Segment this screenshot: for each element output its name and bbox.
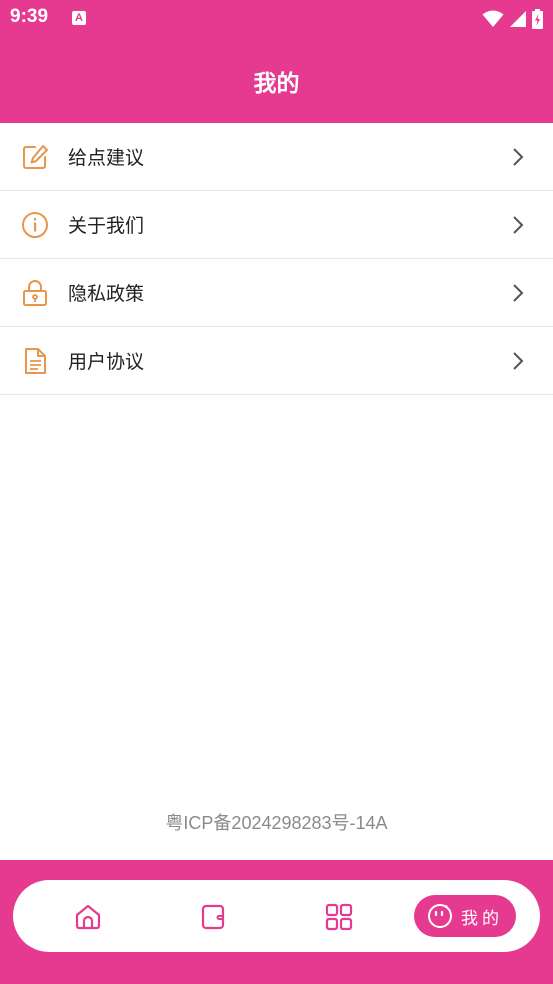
info-icon: [22, 212, 48, 238]
page-title: 我的: [253, 70, 300, 97]
battery-charging-icon: [532, 9, 543, 29]
document-icon: [25, 348, 46, 374]
page-header: 我的: [0, 38, 553, 123]
grid-icon[interactable]: [324, 902, 354, 932]
chevron-right-icon: [513, 148, 524, 166]
status-icons: [482, 8, 543, 30]
menu-item-label: 用户协议: [68, 351, 145, 373]
menu-item-about-us[interactable]: 关于我们: [0, 191, 553, 259]
status-bar: 9:39 A: [0, 0, 553, 38]
home-icon[interactable]: [73, 902, 103, 932]
settings-menu: 给点建议 关于我们 隐私政策 用户协议: [0, 123, 553, 395]
chevron-right-icon: [513, 352, 524, 370]
menu-item-label: 给点建议: [68, 147, 145, 169]
menu-item-user-agreement[interactable]: 用户协议: [0, 327, 553, 395]
status-time: 9:39: [10, 6, 49, 27]
bottom-navigation: 我的: [0, 860, 553, 984]
menu-item-feedback[interactable]: 给点建议: [0, 123, 553, 191]
tab-mine-active[interactable]: 我的: [414, 895, 516, 937]
tab-bar-pill: 我的: [13, 880, 540, 952]
icp-license-text: 粤ICP备2024298283号-14A: [165, 813, 388, 833]
wifi-icon: [482, 10, 504, 27]
menu-item-privacy-policy[interactable]: 隐私政策: [0, 259, 553, 327]
app-notification-icon: A: [72, 11, 86, 25]
tab-mine-label: 我的: [461, 908, 503, 929]
edit-icon: [23, 145, 48, 169]
menu-item-label: 关于我们: [68, 215, 145, 237]
wallet-icon[interactable]: [198, 902, 228, 932]
chevron-right-icon: [513, 284, 524, 302]
chevron-right-icon: [513, 216, 524, 234]
menu-item-label: 隐私政策: [68, 283, 145, 305]
smiley-icon: [428, 904, 452, 928]
lock-icon: [23, 280, 47, 306]
cell-signal-icon: [510, 11, 526, 27]
